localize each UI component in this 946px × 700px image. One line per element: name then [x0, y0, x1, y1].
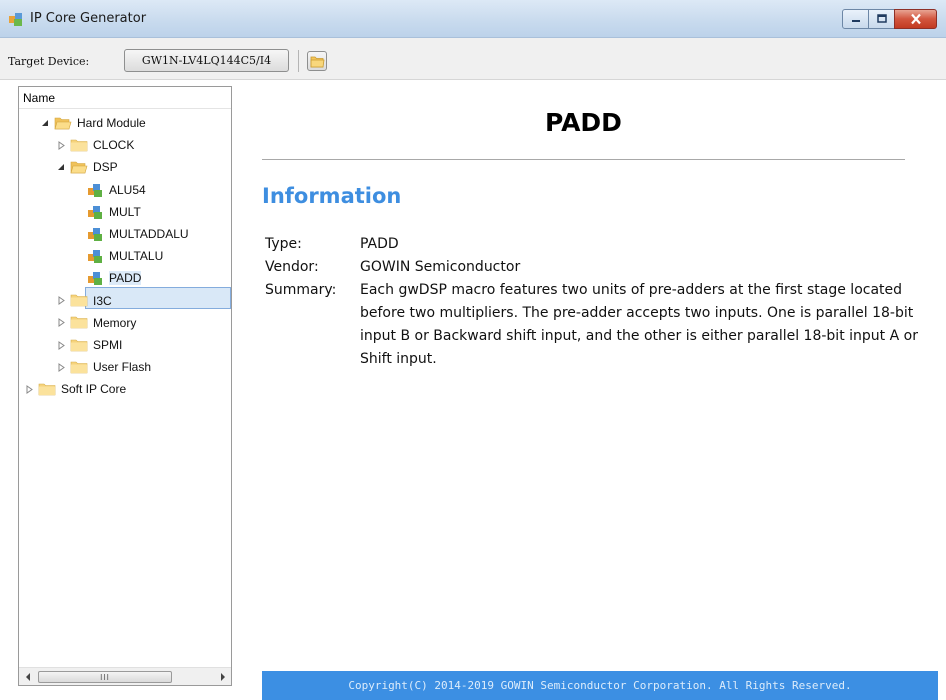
tree-item-padd[interactable]: PADD	[71, 267, 142, 289]
tree-item-label: SPMI	[93, 338, 123, 352]
target-device-label: Target Device:	[8, 55, 90, 68]
folder-icon	[70, 338, 88, 353]
scroll-right-arrow-icon[interactable]	[214, 668, 231, 685]
tree-column-header[interactable]: Name	[19, 87, 231, 109]
ip-core-app-icon	[8, 11, 24, 27]
ip-module-icon	[86, 270, 104, 286]
tree-item-mult[interactable]: MULT	[71, 201, 141, 223]
tree-item-label: MULTALU	[109, 249, 164, 264]
ip-module-icon	[86, 226, 104, 242]
folder-icon	[70, 360, 88, 375]
ip-title: PADD	[545, 108, 622, 137]
horizontal-scrollbar[interactable]: III	[19, 667, 231, 685]
tree-item-label: User Flash	[93, 360, 152, 375]
expand-arrow-icon[interactable]	[39, 117, 51, 129]
tree-item-soft-ip-core[interactable]: Soft IP Core	[23, 378, 126, 400]
folder-icon	[70, 293, 88, 308]
minimize-icon	[851, 20, 860, 22]
toolbar-separator	[298, 50, 299, 72]
info-key: Vendor:	[265, 259, 319, 275]
ip-module-icon	[86, 182, 104, 198]
tree-item-label: Soft IP Core	[61, 382, 127, 397]
ip-module-icon	[86, 248, 104, 264]
folder-icon	[310, 56, 325, 68]
tree-item-label: PADD	[109, 271, 142, 286]
tree-item-label: MULTADDALU	[109, 227, 189, 241]
collapse-arrow-icon[interactable]	[55, 339, 67, 351]
tree-item-hard-module[interactable]: Hard Module	[39, 112, 146, 134]
minimize-button[interactable]	[842, 9, 869, 29]
tree-item-label: MULT	[109, 204, 141, 219]
info-table: Type: PADD Vendor: GOWIN Semiconductor S…	[265, 233, 925, 371]
ip-info-panel: PADD Information Type: PADD Vendor: GOWI…	[232, 80, 946, 700]
expand-arrow-icon[interactable]	[55, 161, 67, 173]
copyright-footer: Copyright(C) 2014-2019 GOWIN Semiconduct…	[262, 671, 938, 700]
tree-item-clock[interactable]: CLOCK	[55, 134, 134, 156]
target-device-button[interactable]: GW1N-LV4LQ144C5/I4	[124, 49, 289, 72]
info-value: Each gwDSP macro features two units of p…	[360, 282, 918, 367]
collapse-arrow-icon[interactable]	[23, 383, 35, 395]
toolbar: Target Device: GW1N-LV4LQ144C5/I4	[0, 38, 946, 80]
info-key: Type:	[265, 236, 302, 252]
open-folder-button[interactable]	[307, 51, 327, 71]
collapse-arrow-icon[interactable]	[55, 295, 67, 307]
folder-open-icon	[70, 160, 88, 175]
window-title: IP Core Generator	[30, 11, 147, 26]
info-value: PADD	[360, 236, 399, 252]
ip-module-icon	[86, 204, 104, 220]
info-row-vendor: Vendor: GOWIN Semiconductor	[265, 256, 925, 279]
tree-item-label: DSP	[93, 160, 118, 175]
folder-icon	[70, 138, 88, 153]
close-icon	[910, 13, 921, 25]
title-divider	[262, 159, 905, 160]
folder-open-icon	[54, 116, 72, 131]
collapse-arrow-icon[interactable]	[55, 139, 67, 151]
tree-item-label: I3C	[93, 293, 112, 308]
maximize-icon	[876, 14, 887, 23]
folder-icon	[38, 382, 56, 397]
window-left-edge	[0, 80, 18, 700]
info-key: Summary:	[265, 282, 337, 298]
tree-item-memory[interactable]: Memory	[55, 312, 136, 334]
tree-item-alu54[interactable]: ALU54	[71, 179, 146, 201]
tree-item-label: ALU54	[109, 182, 146, 197]
tree-item-label: Memory	[93, 315, 137, 330]
maximize-button[interactable]	[868, 9, 895, 29]
tree-item-i3c[interactable]: I3C	[55, 290, 112, 312]
scroll-thumb[interactable]: III	[38, 671, 172, 683]
collapse-arrow-icon[interactable]	[55, 361, 67, 373]
folder-icon	[70, 315, 88, 330]
tree-item-multalu[interactable]: MULTALU	[71, 245, 163, 267]
tree-item-label: Hard Module	[77, 116, 146, 130]
collapse-arrow-icon[interactable]	[55, 317, 67, 329]
tree-item-spmi[interactable]: SPMI	[55, 334, 122, 356]
info-row-summary: Summary: Each gwDSP macro features two u…	[265, 279, 925, 371]
scroll-left-arrow-icon[interactable]	[19, 668, 36, 685]
title-bar[interactable]: IP Core Generator	[0, 0, 946, 38]
info-row-type: Type: PADD	[265, 233, 925, 256]
information-heading: Information	[262, 184, 402, 208]
ip-tree-panel[interactable]: Name Hard Module CLOCK DSP ALU54 MULT MULTADD…	[18, 86, 232, 686]
tree-item-label: CLOCK	[93, 138, 135, 153]
tree-item-multaddalu[interactable]: MULTADDALU	[71, 223, 189, 245]
tree-item-dsp[interactable]: DSP	[55, 156, 118, 178]
tree-item-user-flash[interactable]: User Flash	[55, 356, 151, 378]
info-value: GOWIN Semiconductor	[360, 259, 521, 275]
close-button[interactable]	[894, 9, 937, 29]
